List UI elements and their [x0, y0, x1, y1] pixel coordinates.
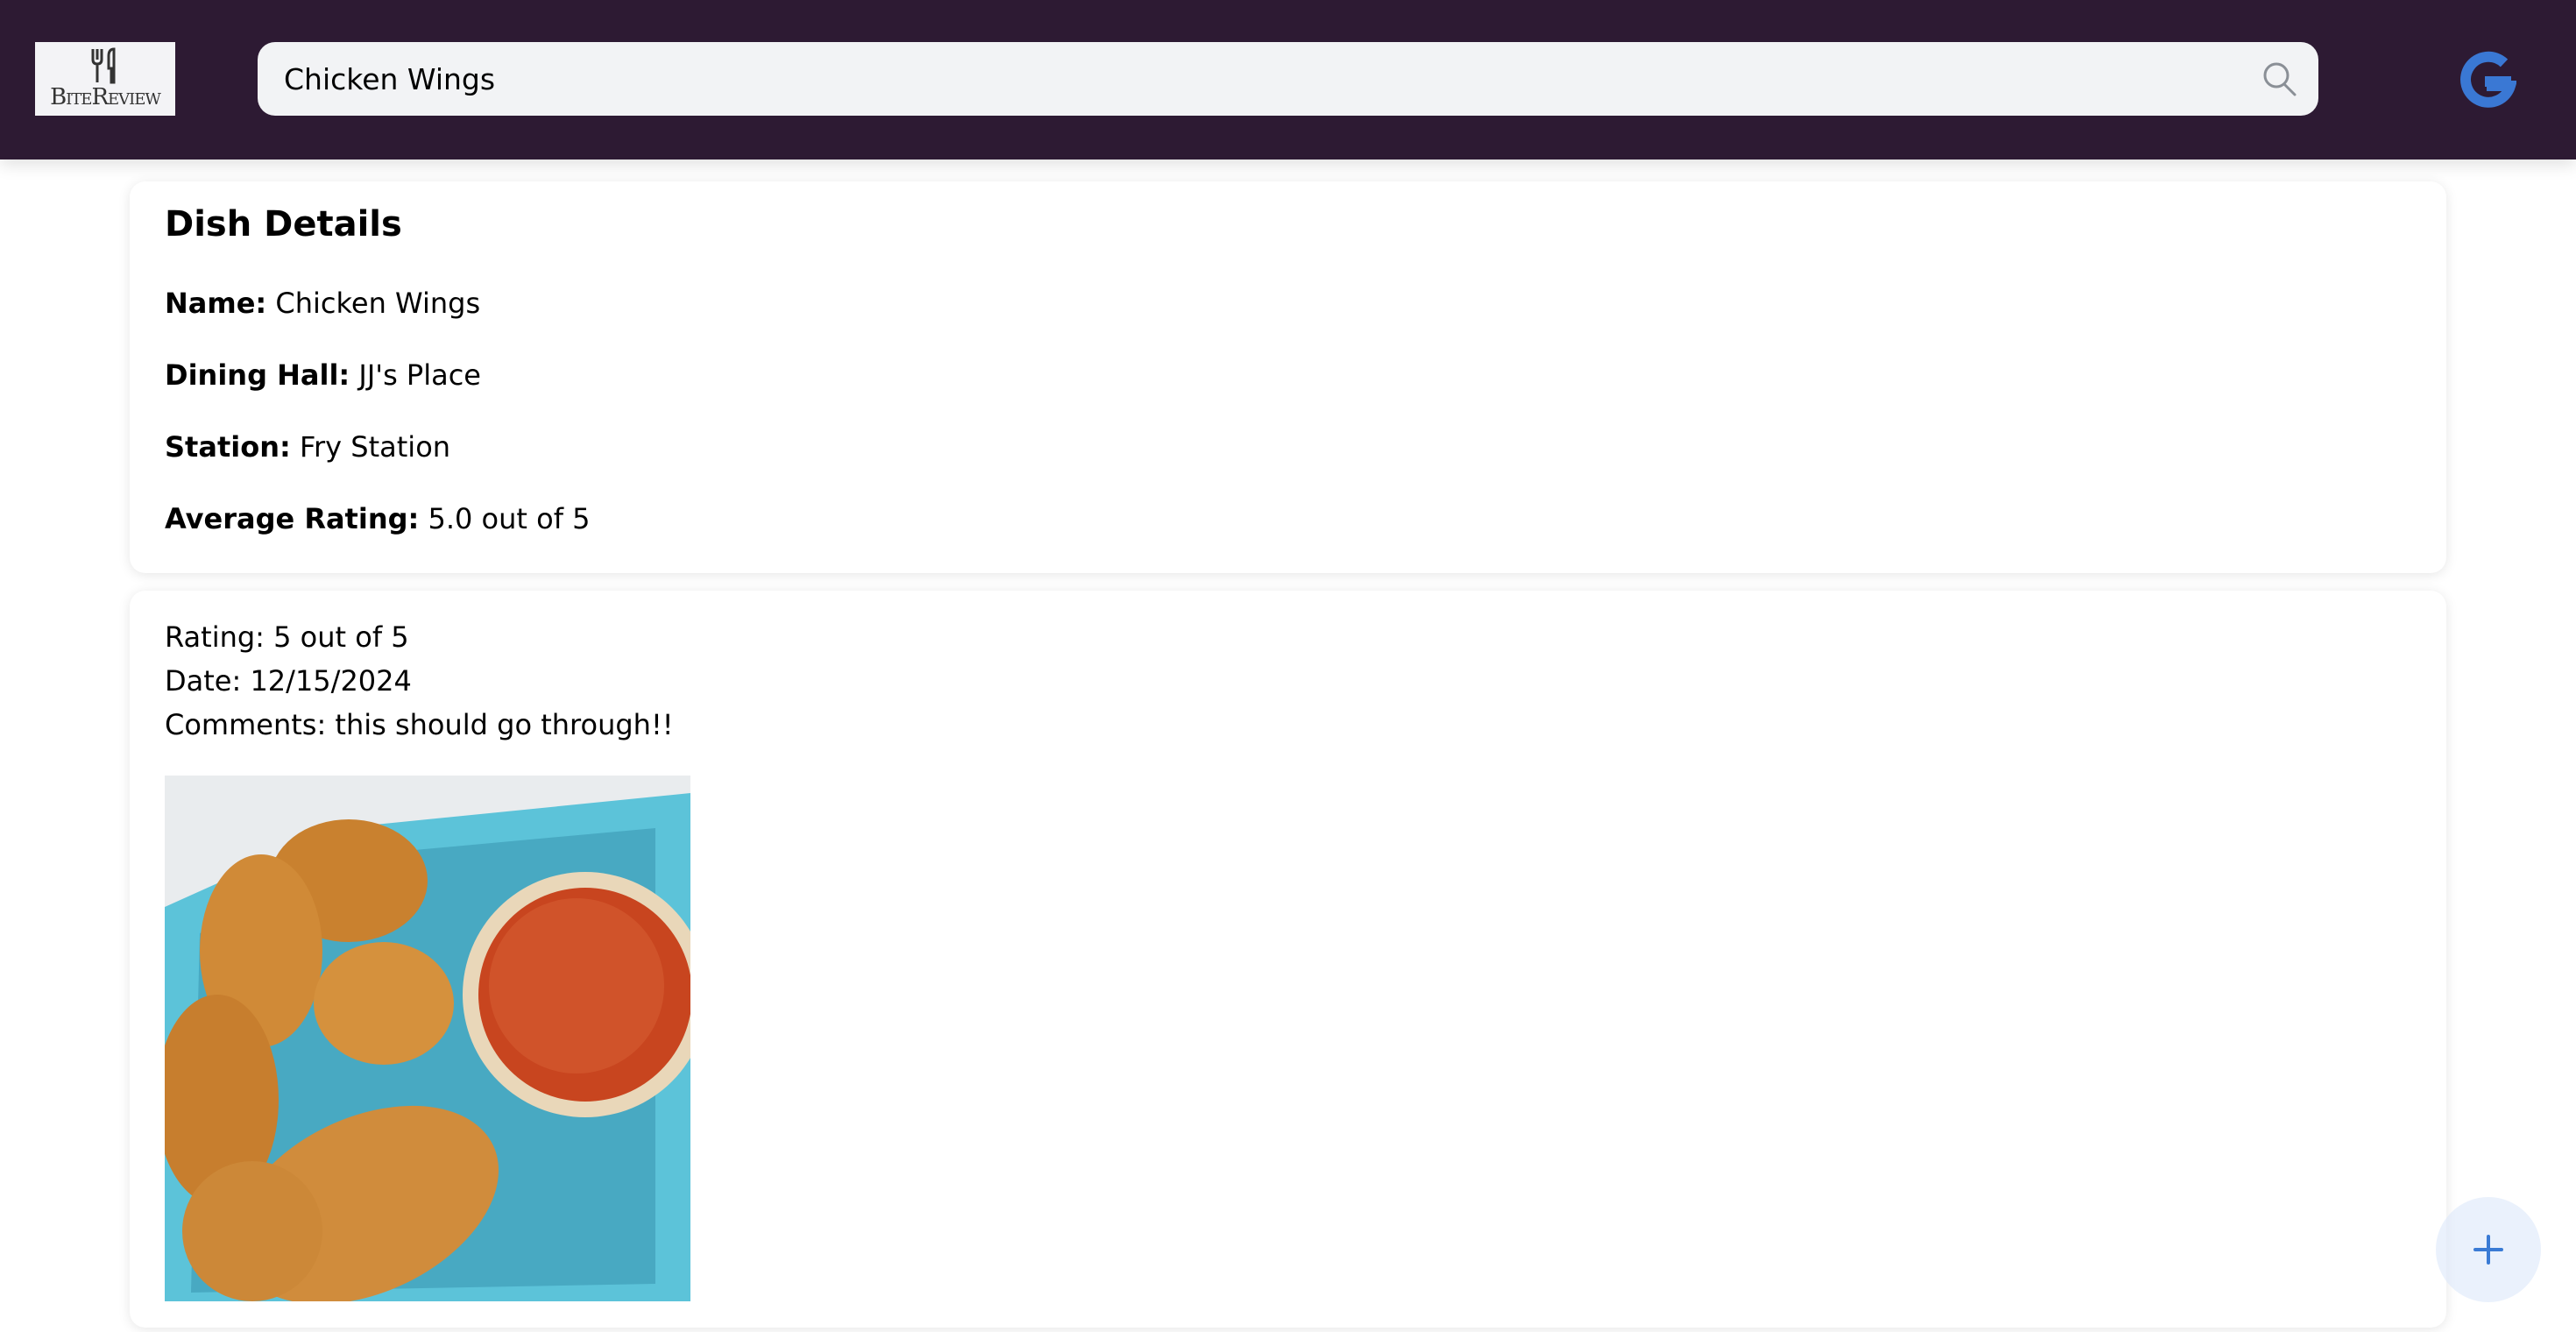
average-rating-value: 5.0 out of 5: [428, 502, 591, 535]
search-input[interactable]: [258, 42, 2318, 116]
station-row: Station: Fry Station: [165, 430, 450, 464]
average-rating-label: Average Rating:: [165, 502, 420, 535]
review-photo: [165, 776, 690, 1301]
name-label: Name:: [165, 287, 267, 320]
dining-hall-row: Dining Hall: JJ's Place: [165, 358, 481, 392]
dish-name-row: Name: Chicken Wings: [165, 287, 480, 320]
fork-knife-icon: [91, 47, 116, 84]
google-icon[interactable]: [2459, 51, 2516, 109]
bitereview-logo[interactable]: BiteReview: [35, 42, 175, 116]
review-card: Rating: 5 out of 5 Date: 12/15/2024 Comm…: [130, 591, 2446, 1328]
add-review-button[interactable]: [2436, 1197, 2541, 1302]
top-nav-bar: BiteReview: [0, 0, 2576, 159]
average-rating-row: Average Rating: 5.0 out of 5: [165, 502, 590, 535]
dish-details-title: Dish Details: [165, 204, 402, 244]
review-date: Date: 12/15/2024: [165, 664, 412, 698]
name-value: Chicken Wings: [275, 287, 481, 320]
dish-details-card: Dish Details Name: Chicken Wings Dining …: [130, 181, 2446, 573]
station-value: Fry Station: [299, 430, 451, 464]
station-label: Station:: [165, 430, 291, 464]
logo-text: BiteReview: [50, 84, 161, 110]
search-icon[interactable]: [2261, 60, 2299, 98]
review-rating: Rating: 5 out of 5: [165, 620, 409, 654]
dining-hall-label: Dining Hall:: [165, 358, 350, 392]
review-comments: Comments: this should go through!!: [165, 708, 674, 741]
plus-icon: [2473, 1235, 2503, 1265]
dining-hall-value: JJ's Place: [358, 358, 481, 392]
